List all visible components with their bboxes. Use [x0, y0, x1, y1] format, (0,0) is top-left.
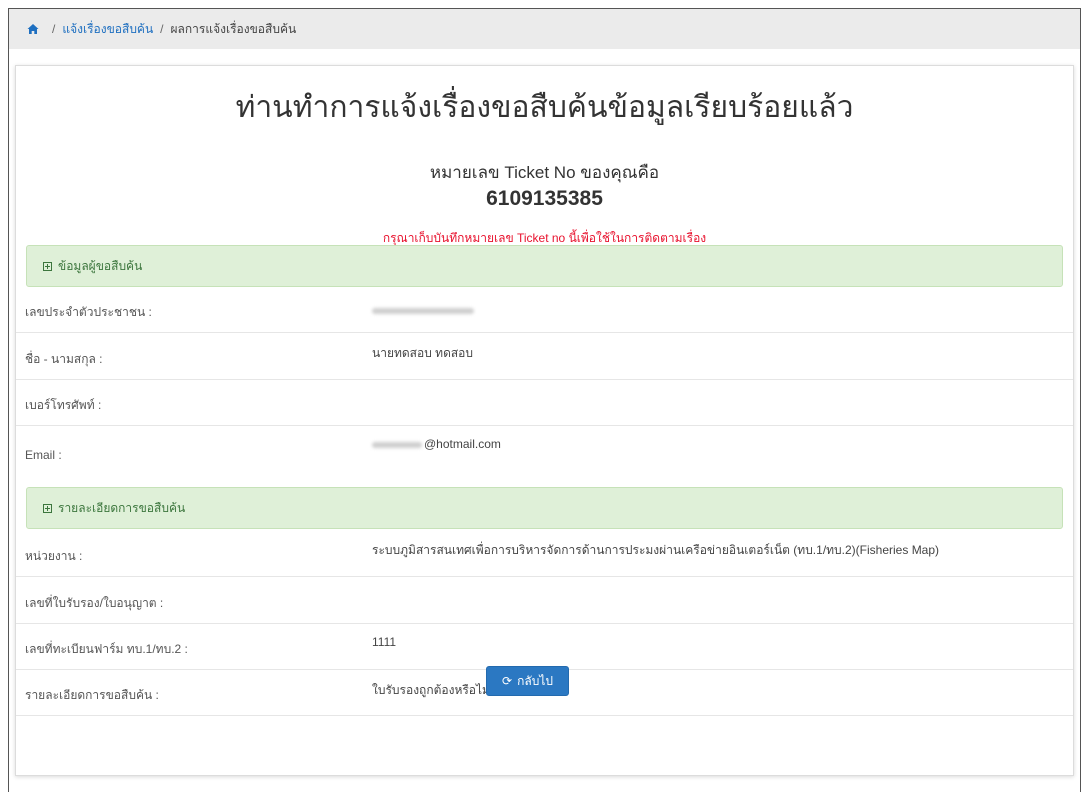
- field-label: เบอร์โทรศัพท์ :: [25, 398, 102, 412]
- page-title: ท่านทำการแจ้งเรื่องขอสืบค้นข้อมูลเรียบร้…: [235, 91, 854, 124]
- home-icon[interactable]: [27, 23, 39, 35]
- field-row-email: Email : @hotmail.com: [16, 426, 1073, 472]
- field-value: นายทดสอบ ทดสอบ: [372, 346, 474, 360]
- field-value: ระบบภูมิสารสนเทศเพื่อการบริหารจัดการด้าน…: [372, 543, 940, 557]
- ticket-label: หมายเลข Ticket No ของคุณคือ: [429, 163, 660, 182]
- field-row-citizen-id: เลขประจำตัวประชาชน :: [16, 287, 1073, 333]
- section-header-request[interactable]: รายละเอียดการขอสืบค้น: [26, 487, 1063, 529]
- field-value: ใบรับรองถูกต้องหรือไม่?: [372, 683, 497, 697]
- ticket-number: 6109135385: [486, 187, 603, 210]
- citizen-id-value-redacted: [372, 303, 474, 317]
- breadcrumb-separator: /: [160, 22, 164, 36]
- refresh-icon: ⟳: [502, 674, 513, 688]
- email-domain: @hotmail.com: [424, 437, 501, 451]
- breadcrumb: / แจ้งเรื่องขอสืบค้น / ผลการแจ้งเรื่องขอ…: [9, 9, 1080, 49]
- field-label: ชื่อ - นามสกุล :: [25, 352, 103, 366]
- section-header-requester[interactable]: ข้อมูลผู้ขอสืบค้น: [26, 245, 1063, 287]
- email-value: @hotmail.com: [372, 437, 501, 451]
- back-button-label: กลับไป: [517, 673, 553, 688]
- field-row-name: ชื่อ - นามสกุล : นายทดสอบ ทดสอบ: [16, 333, 1073, 380]
- field-label: หน่วยงาน :: [25, 549, 83, 563]
- section-title: รายละเอียดการขอสืบค้น: [58, 500, 186, 515]
- field-label: เลขที่ทะเบียนฟาร์ม ทบ.1/ทบ.2 :: [25, 642, 188, 656]
- field-row-agency: หน่วยงาน : ระบบภูมิสารสนเทศเพื่อการบริหา…: [16, 530, 1073, 577]
- field-value: 1111: [372, 635, 397, 649]
- breadcrumb-current: ผลการแจ้งเรื่องขอสืบค้น: [170, 21, 297, 36]
- field-label: รายละเอียดการขอสืบค้น :: [25, 688, 159, 702]
- field-row-farm-registration: เลขที่ทะเบียนฟาร์ม ทบ.1/ทบ.2 : 1111: [16, 624, 1073, 670]
- field-row-certificate-no: เลขที่ใบรับรอง/ใบอนุญาต :: [16, 577, 1073, 624]
- field-row-phone: เบอร์โทรศัพท์ :: [16, 380, 1073, 426]
- plus-square-icon: [43, 503, 52, 513]
- back-button[interactable]: ⟳ กลับไป: [486, 666, 569, 696]
- section-title: ข้อมูลผู้ขอสืบค้น: [58, 258, 143, 273]
- field-label: เลขประจำตัวประชาชน :: [25, 305, 152, 319]
- field-label: Email :: [25, 448, 62, 462]
- plus-square-icon: [43, 261, 52, 271]
- breadcrumb-link-request[interactable]: แจ้งเรื่องขอสืบค้น: [62, 20, 153, 39]
- field-label: เลขที่ใบรับรอง/ใบอนุญาต :: [25, 596, 164, 610]
- breadcrumb-separator: /: [52, 22, 56, 36]
